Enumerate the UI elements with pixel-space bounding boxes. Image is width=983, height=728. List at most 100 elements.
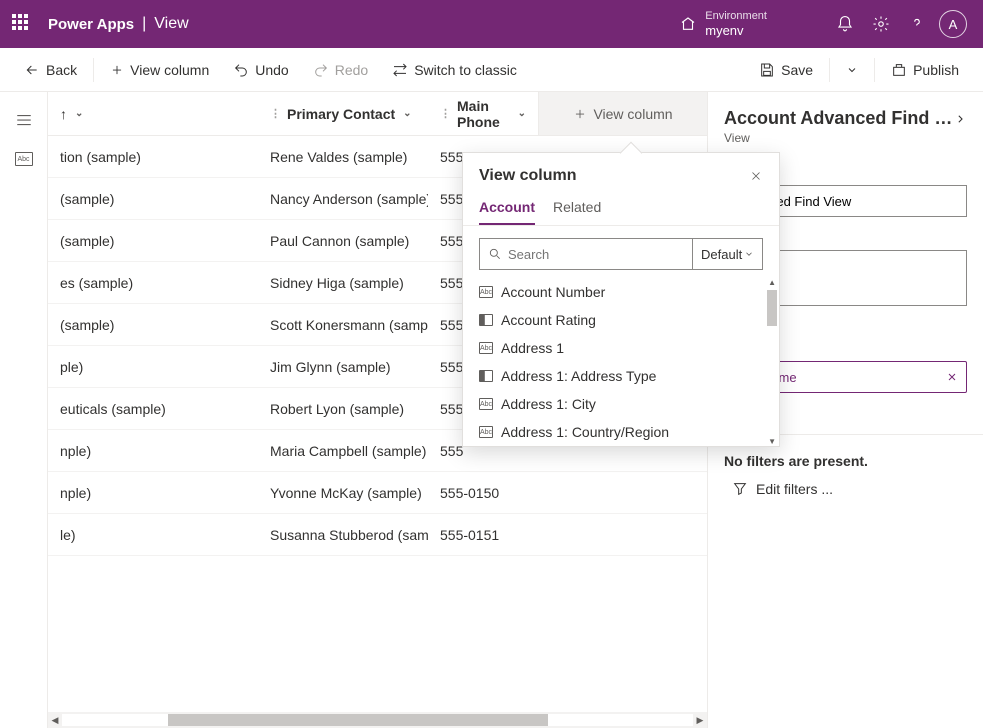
scroll-right-arrow-icon[interactable]: ▶: [693, 715, 707, 726]
column-header-primary-contact[interactable]: ⋮ Primary Contact ⌄: [258, 106, 428, 122]
tab-related[interactable]: Related: [553, 193, 601, 225]
view-column-flyout: View column Account Related Default AbcA…: [462, 152, 780, 447]
grip-icon: ⋮: [440, 107, 451, 120]
back-button[interactable]: Back: [16, 56, 85, 84]
flyout-search-input[interactable]: [508, 247, 684, 262]
flyout-search-box[interactable]: [479, 238, 693, 270]
flyout-field-item[interactable]: Abc Account Number: [463, 278, 779, 306]
flyout-field-item[interactable]: Account Rating: [463, 306, 779, 334]
cell-name: euticals (sample): [48, 401, 258, 417]
cell-phone: 555-0151: [428, 527, 538, 543]
sort-asc-icon: ↑: [60, 106, 67, 122]
hamburger-icon[interactable]: [8, 104, 40, 136]
flyout-close-button[interactable]: [749, 169, 763, 183]
chevron-down-icon: [846, 64, 858, 76]
table-row[interactable]: le)Susanna Stubberod (samp...555-0151: [48, 514, 707, 556]
grid-header: ↑ ⌄ ⋮ Primary Contact ⌄ ⋮ Main Phone ⌄ V…: [48, 92, 707, 136]
redo-icon: [313, 62, 329, 78]
cell-contact: Rene Valdes (sample): [258, 149, 428, 165]
publish-button[interactable]: Publish: [883, 56, 967, 84]
cell-contact: Paul Cannon (sample): [258, 233, 428, 249]
scrollbar-thumb[interactable]: [168, 714, 548, 726]
notifications-icon[interactable]: [827, 6, 863, 42]
redo-button[interactable]: Redo: [305, 56, 376, 84]
horizontal-scrollbar[interactable]: ◀ ▶: [48, 712, 707, 728]
flyout-title: View column: [479, 167, 577, 185]
save-button[interactable]: Save: [751, 56, 821, 84]
cell-contact: Scott Konersmann (sample): [258, 317, 428, 333]
tab-account[interactable]: Account: [479, 193, 535, 225]
brand-name: Power Apps: [48, 16, 134, 33]
cell-name: (sample): [48, 233, 258, 249]
pane-title: Account Advanced Find View: [724, 108, 954, 129]
field-label: Address 1: Country/Region: [501, 424, 669, 440]
cell-name: (sample): [48, 191, 258, 207]
plus-icon: [573, 107, 587, 121]
chevron-down-icon: ⌄: [518, 108, 526, 119]
field-label: Account Rating: [501, 312, 596, 328]
back-arrow-icon: [24, 62, 40, 78]
cell-name: le): [48, 527, 258, 543]
field-type-icon: Abc: [479, 286, 493, 298]
close-icon[interactable]: [946, 371, 958, 383]
scroll-left-arrow-icon[interactable]: ◀: [48, 715, 62, 726]
flyout-sort-dropdown[interactable]: Default: [693, 238, 763, 270]
flyout-field-item[interactable]: AbcAddress 1: [463, 334, 779, 362]
save-dropdown-button[interactable]: [838, 58, 866, 82]
cell-name: nple): [48, 443, 258, 459]
field-label: Address 1: Address Type: [501, 368, 656, 384]
brand-separator: |: [142, 15, 146, 33]
environment-picker[interactable]: Environment myenv: [679, 10, 767, 39]
pane-subtitle: View: [724, 131, 967, 145]
publish-icon: [891, 62, 907, 78]
settings-icon[interactable]: [863, 6, 899, 42]
field-label: Account Number: [501, 284, 605, 300]
brand-section: View: [154, 15, 188, 33]
flyout-scrollbar[interactable]: ▲ ▼: [767, 278, 777, 446]
cell-contact: Maria Campbell (sample): [258, 443, 428, 459]
switch-classic-button[interactable]: Switch to classic: [384, 56, 525, 84]
chevron-right-icon: [954, 112, 967, 126]
pane-title-row[interactable]: Account Advanced Find View: [724, 108, 967, 129]
app-launcher-icon[interactable]: [12, 14, 32, 34]
environment-label: Environment: [705, 10, 767, 23]
help-icon[interactable]: [899, 6, 935, 42]
undo-button[interactable]: Undo: [225, 56, 296, 84]
field-label: Address 1: City: [501, 396, 596, 412]
flyout-field-item[interactable]: AbcAddress 1: City: [463, 390, 779, 418]
view-column-button[interactable]: View column: [102, 56, 217, 84]
environment-name: myenv: [705, 23, 767, 39]
column-header-main-phone[interactable]: ⋮ Main Phone ⌄: [428, 98, 538, 130]
plus-icon: [110, 63, 124, 77]
table-row[interactable]: nple)Yvonne McKay (sample)555-0150: [48, 472, 707, 514]
environment-icon: [679, 15, 697, 33]
cell-contact: Yvonne McKay (sample): [258, 485, 428, 501]
field-type-icon: [479, 370, 493, 382]
scrollbar-thumb[interactable]: [767, 290, 777, 326]
cell-phone: 555-0150: [428, 485, 538, 501]
field-type-icon: [479, 314, 493, 326]
scroll-up-arrow-icon[interactable]: ▲: [768, 278, 776, 287]
column-header-name[interactable]: ↑ ⌄: [48, 106, 258, 122]
cell-name: ple): [48, 359, 258, 375]
user-avatar[interactable]: A: [935, 6, 971, 42]
add-view-column-button[interactable]: View column: [538, 92, 707, 135]
cell-contact: Nancy Anderson (sample): [258, 191, 428, 207]
flyout-field-item[interactable]: Address 1: Address Type: [463, 362, 779, 390]
field-type-icon: Abc: [479, 342, 493, 354]
flyout-field-item[interactable]: AbcAddress 1: Country/Region: [463, 418, 779, 446]
cell-contact: Robert Lyon (sample): [258, 401, 428, 417]
chevron-down-icon: [744, 249, 754, 259]
cell-name: nple): [48, 485, 258, 501]
cell-contact: Jim Glynn (sample): [258, 359, 428, 375]
search-icon: [488, 247, 502, 261]
scroll-down-arrow-icon[interactable]: ▼: [768, 437, 776, 446]
chevron-down-icon: ⌄: [75, 108, 83, 119]
flyout-field-list: AbcAccount NumberAccount RatingAbcAddres…: [463, 278, 779, 446]
close-icon: [749, 169, 763, 183]
cell-name: (sample): [48, 317, 258, 333]
cell-contact: Susanna Stubberod (samp...: [258, 527, 428, 543]
components-icon[interactable]: Abc: [15, 152, 33, 166]
chevron-down-icon: ⌄: [403, 108, 411, 119]
edit-filters-link[interactable]: Edit filters ...: [724, 481, 967, 497]
